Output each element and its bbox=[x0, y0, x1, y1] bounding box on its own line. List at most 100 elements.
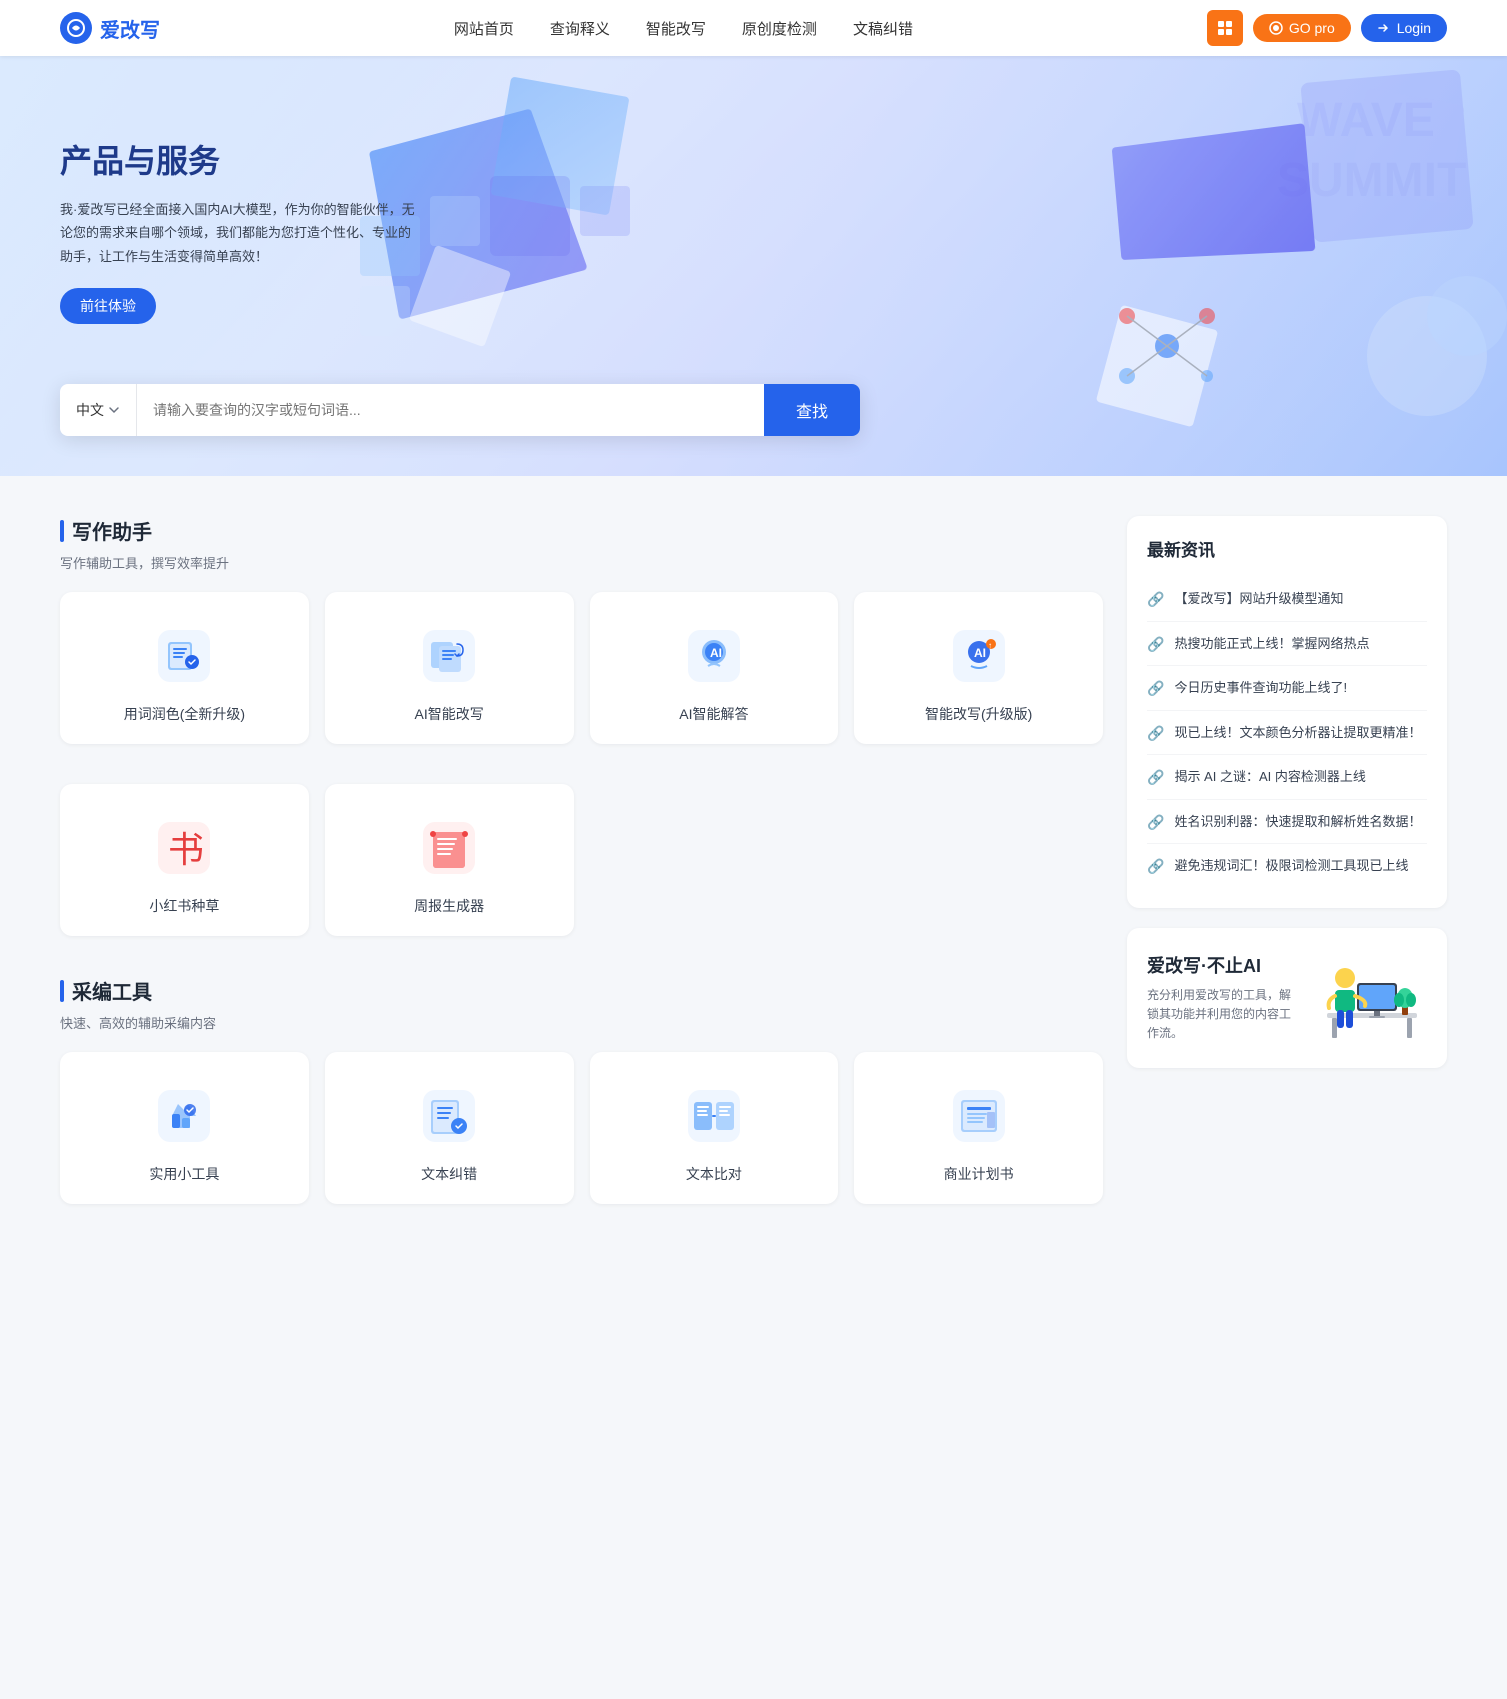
tools-grid: 实用小工具 bbox=[60, 1052, 1103, 1204]
link-icon-5: 🔗 bbox=[1147, 814, 1164, 831]
link-icon-1: 🔗 bbox=[1147, 636, 1164, 653]
utility-icon bbox=[152, 1084, 216, 1148]
search-button[interactable]: 查找 bbox=[764, 384, 860, 436]
main-content: 写作助手 写作辅助工具，撰写效率提升 bbox=[0, 476, 1507, 1284]
hero-content: 产品与服务 我·爱改写已经全面接入国内AI大模型，作为你的智能伙伴，无论您的需求… bbox=[0, 56, 480, 324]
left-panel: 写作助手 写作辅助工具，撰写效率提升 bbox=[60, 516, 1103, 1244]
tool-writing-polish[interactable]: 用词润色(全新升级) bbox=[60, 592, 309, 744]
tool-business-plan[interactable]: 商业计划书 bbox=[854, 1052, 1103, 1204]
tools-section-desc: 快速、高效的辅助采编内容 bbox=[60, 1013, 1103, 1032]
writing-section-desc: 写作辅助工具，撰写效率提升 bbox=[60, 553, 1103, 572]
search-input[interactable] bbox=[137, 384, 764, 436]
news-item-6[interactable]: 🔗 避免违规词汇！极限词检测工具现已上线 bbox=[1147, 844, 1427, 888]
news-item-1[interactable]: 🔗 热搜功能正式上线！掌握网络热点 bbox=[1147, 622, 1427, 667]
go-pro-label: GO pro bbox=[1289, 20, 1335, 36]
hero-right-deco: WAVE SUMMIT bbox=[1007, 56, 1507, 476]
search-lang-selector[interactable]: 中文 bbox=[60, 384, 137, 436]
link-icon-6: 🔗 bbox=[1147, 858, 1164, 875]
tool-weekly-report[interactable]: 周报生成器 bbox=[325, 784, 574, 936]
news-text-4: 揭示 AI 之谜：AI 内容检测器上线 bbox=[1174, 767, 1365, 787]
writing-section-title: 写作助手 bbox=[60, 516, 1103, 545]
link-icon-4: 🔗 bbox=[1147, 769, 1164, 786]
tool-ai-rewrite-label: AI智能改写 bbox=[415, 704, 484, 724]
news-text-3: 现已上线！文本颜色分析器让提取更精准！ bbox=[1174, 723, 1421, 743]
nav-originality[interactable]: 原创度检测 bbox=[742, 18, 817, 39]
news-text-5: 姓名识别利器：快速提取和解析姓名数据！ bbox=[1174, 812, 1421, 832]
tool-utility-label: 实用小工具 bbox=[149, 1164, 219, 1184]
promo-panel: 爱改写·不止AI 充分利用爱改写的工具，解锁其功能并利用您的内容工作流。 bbox=[1127, 928, 1447, 1068]
hero-section: WAVE SUMMIT 产品与服务 我·爱改写已经全面接入国内AI大模型，作为你… bbox=[0, 56, 1507, 476]
login-button[interactable]: Login bbox=[1361, 14, 1447, 42]
tool-text-compare[interactable]: 文本比对 bbox=[590, 1052, 839, 1204]
writing-polish-icon bbox=[152, 624, 216, 688]
nav-actions: GO pro Login bbox=[1207, 10, 1447, 46]
text-correct-icon bbox=[417, 1084, 481, 1148]
writing-section: 写作助手 写作辅助工具，撰写效率提升 bbox=[60, 516, 1103, 936]
go-pro-button[interactable]: GO pro bbox=[1253, 14, 1351, 42]
promo-title: 爱改写·不止AI bbox=[1147, 952, 1291, 978]
promo-desc: 充分利用爱改写的工具，解锁其功能并利用您的内容工作流。 bbox=[1147, 986, 1291, 1044]
business-plan-icon bbox=[947, 1084, 1011, 1148]
search-bar: 中文 查找 bbox=[60, 384, 860, 436]
promo-text: 爱改写·不止AI 充分利用爱改写的工具，解锁其功能并利用您的内容工作流。 bbox=[1147, 952, 1291, 1044]
tool-xiaohongshu[interactable]: 书 小红书种草 bbox=[60, 784, 309, 936]
tool-text-correct-label: 文本纠错 bbox=[421, 1164, 477, 1184]
nav-proofread[interactable]: 文稿纠错 bbox=[853, 18, 913, 39]
logo-icon bbox=[60, 12, 92, 44]
news-item-5[interactable]: 🔗 姓名识别利器：快速提取和解析姓名数据！ bbox=[1147, 800, 1427, 845]
news-panel: 最新资讯 🔗 【爱改写】网站升级模型通知 🔗 热搜功能正式上线！掌握网络热点 🔗… bbox=[1127, 516, 1447, 908]
svg-text:WAVE: WAVE bbox=[1297, 94, 1435, 147]
tool-ai-rewrite[interactable]: AI智能改写 bbox=[325, 592, 574, 744]
tool-utility[interactable]: 实用小工具 bbox=[60, 1052, 309, 1204]
smart-rewrite-pro-icon: AI ↑ bbox=[947, 624, 1011, 688]
nav-query[interactable]: 查询释义 bbox=[550, 18, 610, 39]
nav-links: 网站首页 查询释义 智能改写 原创度检测 文稿纠错 bbox=[454, 18, 913, 39]
news-text-1: 热搜功能正式上线！掌握网络热点 bbox=[1174, 634, 1369, 654]
link-icon-3: 🔗 bbox=[1147, 725, 1164, 742]
news-item-4[interactable]: 🔗 揭示 AI 之谜：AI 内容检测器上线 bbox=[1147, 755, 1427, 800]
text-compare-icon bbox=[682, 1084, 746, 1148]
search-lang-label: 中文 bbox=[76, 400, 104, 420]
ai-rewrite-icon bbox=[417, 624, 481, 688]
tools-section-title: 采编工具 bbox=[60, 976, 1103, 1005]
link-icon-0: 🔗 bbox=[1147, 591, 1164, 608]
writing-tool-grid: 用词润色(全新升级) bbox=[60, 592, 1103, 744]
tool-smart-rewrite-pro-label: 智能改写(升级版) bbox=[925, 704, 1032, 724]
hero-title: 产品与服务 bbox=[60, 136, 420, 182]
chevron-down-icon bbox=[108, 404, 120, 416]
link-icon-2: 🔗 bbox=[1147, 680, 1164, 697]
navbar: 爱改写 网站首页 查询释义 智能改写 原创度检测 文稿纠错 GO pro bbox=[0, 0, 1507, 56]
hero-desc: 我·爱改写已经全面接入国内AI大模型，作为你的智能伙伴，无论您的需求来自哪个领域… bbox=[60, 198, 420, 268]
nav-rewrite[interactable]: 智能改写 bbox=[646, 18, 706, 39]
news-item-0[interactable]: 🔗 【爱改写】网站升级模型通知 bbox=[1147, 577, 1427, 622]
login-label: Login bbox=[1397, 20, 1431, 36]
svg-text:AI: AI bbox=[710, 646, 722, 660]
nav-home[interactable]: 网站首页 bbox=[454, 18, 514, 39]
tools-section: 采编工具 快速、高效的辅助采编内容 实用 bbox=[60, 976, 1103, 1204]
tool-weekly-report-label: 周报生成器 bbox=[414, 896, 484, 916]
news-text-2: 今日历史事件查询功能上线了! bbox=[1174, 678, 1347, 698]
news-item-3[interactable]: 🔗 现已上线！文本颜色分析器让提取更精准！ bbox=[1147, 711, 1427, 756]
weekly-report-icon bbox=[417, 816, 481, 880]
writing-tool-grid-row2: 书 小红书种草 bbox=[60, 784, 1103, 936]
tool-text-compare-label: 文本比对 bbox=[686, 1164, 742, 1184]
news-item-2[interactable]: 🔗 今日历史事件查询功能上线了! bbox=[1147, 666, 1427, 711]
try-button[interactable]: 前往体验 bbox=[60, 288, 156, 324]
ai-answer-icon: AI bbox=[682, 624, 746, 688]
svg-text:AI: AI bbox=[974, 646, 986, 660]
tool-business-plan-label: 商业计划书 bbox=[944, 1164, 1014, 1184]
news-panel-title: 最新资讯 bbox=[1147, 536, 1427, 561]
logo[interactable]: 爱改写 bbox=[60, 12, 160, 44]
news-text-6: 避免违规词汇！极限词检测工具现已上线 bbox=[1174, 856, 1408, 876]
tool-smart-rewrite-pro[interactable]: AI ↑ 智能改写(升级版) bbox=[854, 592, 1103, 744]
tool-ai-answer-label: AI智能解答 bbox=[679, 704, 748, 724]
logo-text: 爱改写 bbox=[100, 14, 160, 43]
tool-text-correct[interactable]: 文本纠错 bbox=[325, 1052, 574, 1204]
tool-ai-answer[interactable]: AI AI智能解答 bbox=[590, 592, 839, 744]
grid-button[interactable] bbox=[1207, 10, 1243, 46]
xiaohongshu-icon: 书 bbox=[152, 816, 216, 880]
promo-illustration bbox=[1307, 948, 1427, 1048]
tool-writing-polish-label: 用词润色(全新升级) bbox=[124, 704, 245, 724]
news-text-0: 【爱改写】网站升级模型通知 bbox=[1174, 589, 1343, 609]
tool-xiaohongshu-label: 小红书种草 bbox=[149, 896, 219, 916]
